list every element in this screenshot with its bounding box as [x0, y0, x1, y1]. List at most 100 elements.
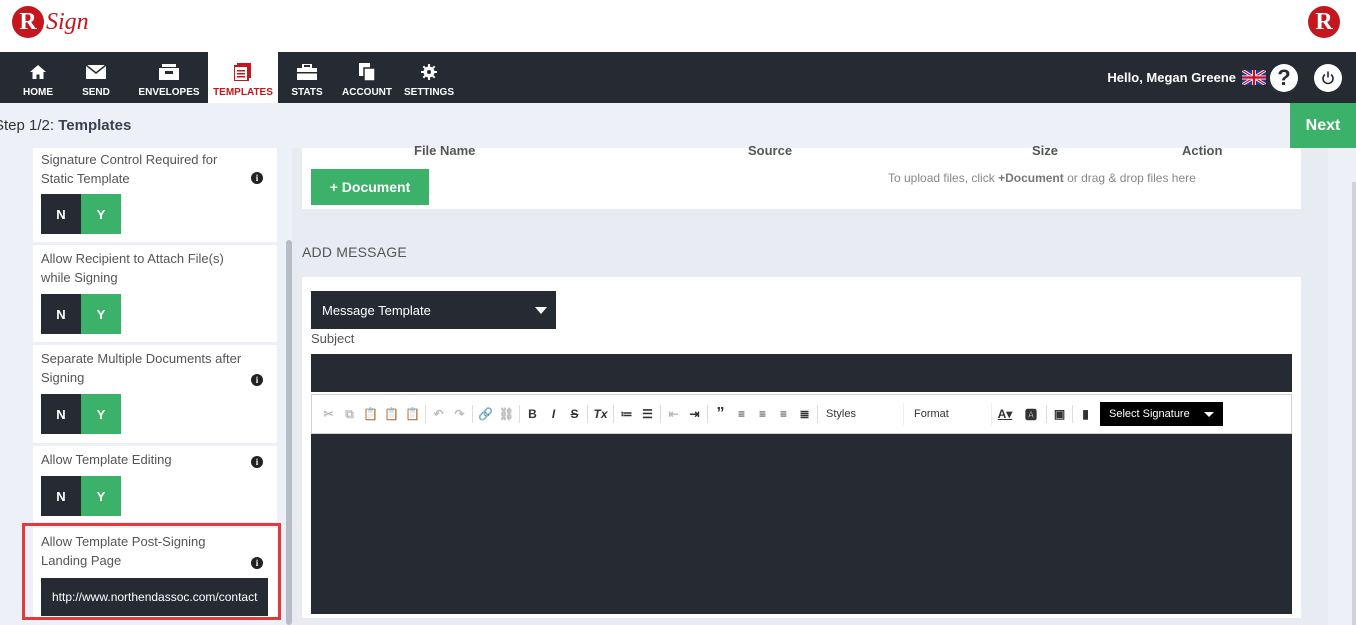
paste-text-icon[interactable]: 📋 — [381, 404, 402, 424]
info-icon[interactable]: i — [251, 374, 263, 386]
step-title: Templates — [58, 117, 132, 134]
option-signature-control: Signature Control Required for Static Te… — [33, 148, 277, 242]
toggle-no-button[interactable]: N — [41, 394, 81, 434]
image-icon[interactable]: ▣ — [1049, 404, 1070, 424]
brand-r-icon: R — [1308, 6, 1340, 38]
outdent-icon[interactable]: ⇤ — [663, 404, 684, 424]
step-indicator: Step 1/2: Templates — [0, 117, 131, 134]
bold-icon[interactable]: B — [522, 404, 543, 424]
undo-icon[interactable]: ↶ — [428, 404, 449, 424]
message-panel: Message Template Subject ✂ ⧉ 📋 📋 📋 ↶ ↷ 🔗… — [302, 277, 1301, 618]
unlink-icon[interactable]: ⛓ — [496, 404, 517, 424]
toolbar-divider — [587, 405, 588, 423]
cut-icon[interactable]: ✂ — [318, 404, 339, 424]
upload-hint-bold: +Document — [998, 171, 1064, 185]
toolbar-divider — [472, 405, 473, 423]
step-bar: Step 1/2: Templates Next — [0, 103, 1356, 148]
align-left-icon[interactable]: ≡ — [731, 404, 752, 424]
nav-settings[interactable]: SETTINGS — [398, 52, 460, 103]
info-icon[interactable]: i — [251, 557, 263, 569]
message-editor-body[interactable] — [311, 434, 1292, 614]
option-template-editing: Allow Template Editing i N Y — [33, 446, 277, 522]
nav-settings-label: SETTINGS — [403, 87, 454, 98]
toggle-yes-button[interactable]: Y — [81, 476, 121, 516]
redo-icon[interactable]: ↷ — [449, 404, 470, 424]
paste-word-icon[interactable]: 📋 — [402, 404, 423, 424]
option-label: Allow Template Editing — [41, 452, 172, 467]
add-document-button[interactable]: + Document — [311, 169, 429, 205]
next-button[interactable]: Next — [1290, 103, 1356, 148]
link-icon[interactable]: 🔗 — [475, 404, 496, 424]
top-header: R Sign R — [0, 0, 1356, 52]
message-template-label: Message Template — [322, 302, 431, 318]
blockquote-icon[interactable]: ” — [710, 404, 731, 424]
landing-page-url-input[interactable] — [41, 578, 268, 616]
toolbar-divider — [1046, 405, 1047, 423]
chevron-down-icon — [535, 307, 547, 314]
nav-templates[interactable]: TEMPLATES — [208, 52, 278, 103]
indent-icon[interactable]: ⇥ — [684, 404, 705, 424]
column-source: Source — [748, 143, 793, 158]
option-label: Signature Control Required for Static Te… — [41, 152, 218, 186]
toggle-no-button[interactable]: N — [41, 476, 81, 516]
briefcase-icon — [297, 63, 317, 81]
info-icon[interactable]: i — [251, 172, 263, 184]
toggle-no-button[interactable]: N — [41, 294, 81, 334]
power-icon — [1322, 71, 1334, 84]
nav-home[interactable]: HOME — [14, 52, 62, 103]
align-justify-icon[interactable]: ≣ — [794, 404, 815, 424]
nav-send[interactable]: SEND — [62, 52, 130, 103]
yes-no-toggle: N Y — [41, 294, 121, 334]
option-label: Separate Multiple Documents after Signin… — [41, 351, 242, 385]
upload-hint-suffix: or drag & drop files here — [1063, 171, 1196, 185]
toolbar-divider — [613, 405, 614, 423]
page-scrollbar[interactable] — [1352, 182, 1356, 625]
align-right-icon[interactable]: ≡ — [773, 404, 794, 424]
select-signature-dropdown[interactable]: Select Signature — [1100, 402, 1223, 426]
inbox-icon — [159, 63, 179, 81]
column-size: Size — [1032, 143, 1059, 158]
toggle-yes-button[interactable]: Y — [81, 394, 121, 434]
copy-icon[interactable]: ⧉ — [339, 404, 360, 424]
option-separate-documents: Separate Multiple Documents after Signin… — [33, 345, 277, 443]
help-button[interactable]: ? — [1270, 63, 1298, 92]
signature-stamp-icon[interactable]: ▮ — [1075, 404, 1096, 424]
chevron-down-icon — [1204, 412, 1214, 417]
bulleted-list-icon[interactable]: ☰ — [637, 404, 658, 424]
strikethrough-icon[interactable]: S — [564, 404, 585, 424]
toggle-no-button[interactable]: N — [41, 194, 81, 234]
nav-account-label: ACCOUNT — [342, 87, 392, 98]
paste-icon[interactable]: 📋 — [360, 404, 381, 424]
italic-icon[interactable]: I — [543, 404, 564, 424]
numbered-list-icon[interactable]: ≔ — [616, 404, 637, 424]
yes-no-toggle: N Y — [41, 394, 121, 434]
toggle-yes-button[interactable]: Y — [81, 294, 121, 334]
info-icon[interactable]: i — [251, 456, 263, 468]
align-center-icon[interactable]: ≡ — [752, 404, 773, 424]
message-template-select[interactable]: Message Template — [311, 291, 556, 329]
nav-account[interactable]: ACCOUNT — [336, 52, 398, 103]
select-signature-label: Select Signature — [1109, 408, 1190, 420]
toolbar-divider — [1072, 405, 1073, 423]
main-navbar: HOME SEND ENVELOPES TEMPLATES STATS ACCO… — [0, 52, 1356, 103]
uk-flag-icon[interactable] — [1242, 70, 1266, 85]
rsign-logo[interactable]: R Sign — [12, 6, 89, 38]
editor-toolbar: ✂ ⧉ 📋 📋 📋 ↶ ↷ 🔗 ⛓ B I S Tx ≔ ☰ ⇤ ⇥ ” ≡ ≡… — [311, 394, 1292, 434]
text-color-icon[interactable]: A▾ — [992, 404, 1018, 424]
logo-mark: R — [12, 6, 44, 38]
question-icon: ? — [1277, 64, 1291, 90]
option-post-signing-landing: Allow Template Post-Signing Landing Page… — [33, 528, 277, 618]
nav-stats[interactable]: STATS — [278, 52, 336, 103]
home-icon — [28, 63, 48, 81]
subject-input[interactable] — [311, 354, 1292, 392]
envelope-icon — [86, 63, 106, 81]
remove-format-icon[interactable]: Tx — [590, 404, 611, 424]
toggle-yes-button[interactable]: Y — [81, 194, 121, 234]
format-dropdown[interactable]: Format — [908, 403, 992, 425]
account-icon — [357, 63, 377, 81]
background-color-icon[interactable]: 🅰 — [1018, 404, 1044, 424]
nav-envelopes[interactable]: ENVELOPES — [130, 52, 208, 103]
styles-dropdown[interactable]: Styles — [820, 403, 904, 425]
option-label: Allow Template Post-Signing Landing Page — [41, 534, 206, 568]
logout-button[interactable] — [1314, 63, 1342, 92]
